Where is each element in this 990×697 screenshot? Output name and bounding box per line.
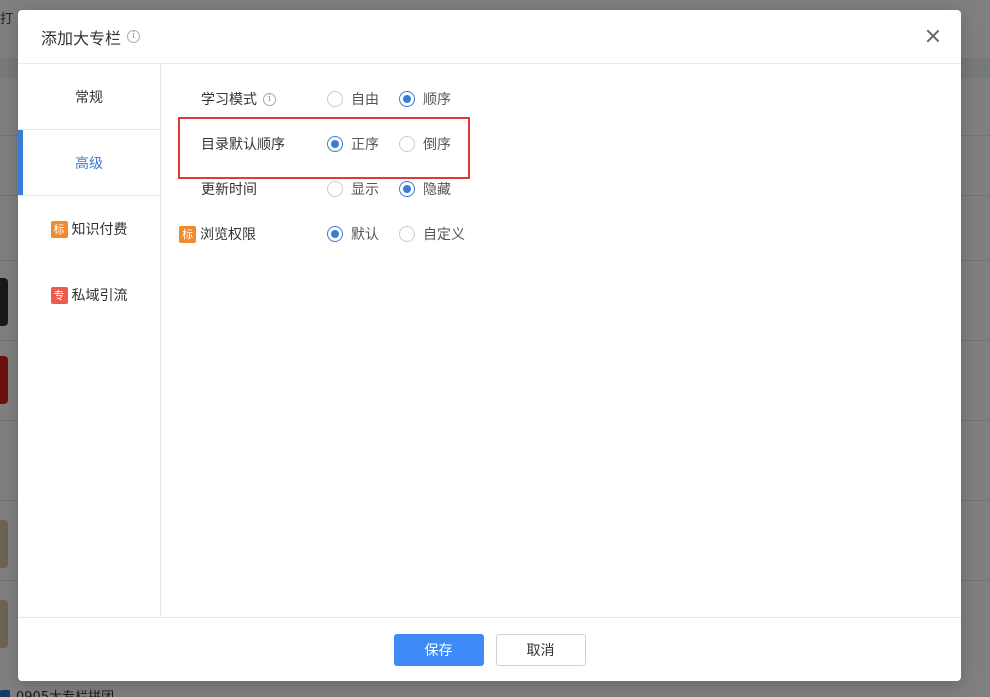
nav-item-label: 常规 [75,89,103,106]
close-icon[interactable] [923,26,943,46]
browse-permission-default-radio[interactable]: 默认 [327,224,379,244]
catalog-order-label: 目录默认顺序 [201,137,285,153]
update-time-show-radio[interactable]: 显示 [327,179,379,199]
browse-permission-label: 标 浏览权限 [179,224,256,244]
settings-nav: 常规 高级 标 知识付费 专 私域引流 [18,64,161,617]
radio-label: 正序 [351,137,379,153]
radio-icon [327,91,343,107]
radio-label: 自由 [351,92,379,108]
radio-label: 倒序 [423,137,451,153]
standard-badge: 标 [50,220,68,238]
nav-item-label: 高级 [75,155,103,172]
radio-selected-icon [327,136,343,152]
learn-mode-free-radio[interactable]: 自由 [327,89,379,109]
dialog-title: 添加大专栏 [41,28,122,48]
advanced-settings-panel: 学习模式 i 自由 顺序 目录默认顺序 正序 倒序 更新时间 显示 隐藏 标 浏… [161,64,961,617]
update-time-label: 更新时间 [201,182,257,198]
pro-badge: 专 [50,286,68,304]
dialog-footer: 保存 取消 [18,617,961,681]
info-icon[interactable]: i [263,92,276,106]
learn-mode-sequential-radio[interactable]: 顺序 [399,89,451,109]
save-button[interactable]: 保存 [393,633,484,666]
radio-selected-icon [399,181,415,197]
radio-icon [327,181,343,197]
radio-label: 隐藏 [423,182,451,198]
nav-item-advanced[interactable]: 高级 [18,130,160,196]
radio-label: 顺序 [423,92,451,108]
radio-icon [399,136,415,152]
add-column-dialog: 添加大专栏 i 常规 高级 标 知识付费 专 私域引流 学习模式 i 自由 顺序… [18,10,961,681]
cancel-button[interactable]: 取消 [495,633,586,666]
radio-label: 自定义 [423,227,465,243]
browse-permission-label-text: 浏览权限 [200,227,256,243]
nav-item-general[interactable]: 常规 [18,64,160,130]
radio-icon [399,226,415,242]
dialog-body: 常规 高级 标 知识付费 专 私域引流 学习模式 i 自由 顺序 目录默认顺序 … [18,64,961,617]
nav-item-private-traffic[interactable]: 专 私域引流 [18,262,160,328]
nav-item-label: 知识付费 [71,222,128,238]
standard-badge: 标 [179,225,196,243]
browse-permission-custom-radio[interactable]: 自定义 [399,224,465,244]
nav-item-paid-knowledge[interactable]: 标 知识付费 [18,196,160,262]
radio-label: 显示 [351,182,379,198]
update-time-hide-radio[interactable]: 隐藏 [399,179,451,199]
radio-selected-icon [327,226,343,242]
dialog-header: 添加大专栏 i [18,10,961,64]
radio-label: 默认 [351,227,379,243]
catalog-order-asc-radio[interactable]: 正序 [327,134,379,154]
info-icon[interactable]: i [127,30,141,43]
radio-selected-icon [399,91,415,107]
learn-mode-label-text: 学习模式 [201,92,257,108]
nav-item-label: 私域引流 [71,288,128,304]
learn-mode-label: 学习模式 i [201,89,276,109]
catalog-order-desc-radio[interactable]: 倒序 [399,134,451,154]
